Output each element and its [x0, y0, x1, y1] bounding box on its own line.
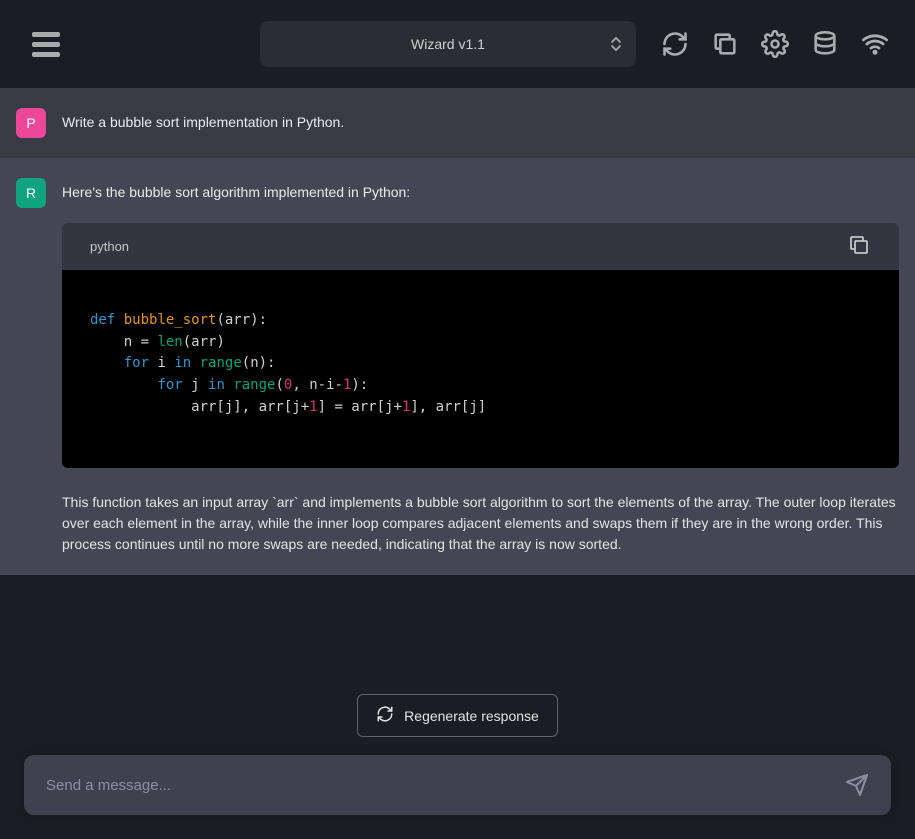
model-selector[interactable]: Wizard v1.1: [260, 21, 636, 67]
wifi-icon[interactable]: [859, 28, 891, 60]
assistant-intro: Here's the bubble sort algorithm impleme…: [62, 182, 899, 203]
code-content: def bubble_sort(arr): n = len(arr) for i…: [62, 270, 899, 468]
gear-icon[interactable]: [759, 28, 791, 60]
code-copy-button[interactable]: [847, 233, 871, 260]
assistant-avatar: R: [16, 178, 46, 208]
menu-button[interactable]: [24, 24, 68, 65]
assistant-message: R Here's the bubble sort algorithm imple…: [0, 158, 915, 575]
message-input-container: [24, 755, 891, 815]
regenerate-icon: [376, 705, 394, 726]
assistant-explanation: This function takes an input array `arr`…: [62, 492, 899, 555]
code-block: python def bubble_sort(arr): n = len(arr…: [62, 223, 899, 468]
app-header: Wizard v1.1: [0, 0, 915, 88]
footer: Regenerate response: [0, 654, 915, 839]
model-label: Wizard v1.1: [411, 36, 485, 52]
copy-icon[interactable]: [709, 28, 741, 60]
user-message: P Write a bubble sort implementation in …: [0, 88, 915, 158]
send-button[interactable]: [845, 773, 869, 797]
regenerate-button[interactable]: Regenerate response: [357, 694, 558, 737]
user-avatar: P: [16, 108, 46, 138]
code-language-label: python: [90, 239, 129, 254]
message-input[interactable]: [46, 777, 845, 794]
database-icon[interactable]: [809, 28, 841, 60]
user-message-text: Write a bubble sort implementation in Py…: [62, 112, 899, 133]
refresh-icon[interactable]: [659, 28, 691, 60]
chat-container: P Write a bubble sort implementation in …: [0, 88, 915, 654]
chevron-updown-icon: [610, 35, 622, 53]
regenerate-label: Regenerate response: [404, 708, 539, 724]
